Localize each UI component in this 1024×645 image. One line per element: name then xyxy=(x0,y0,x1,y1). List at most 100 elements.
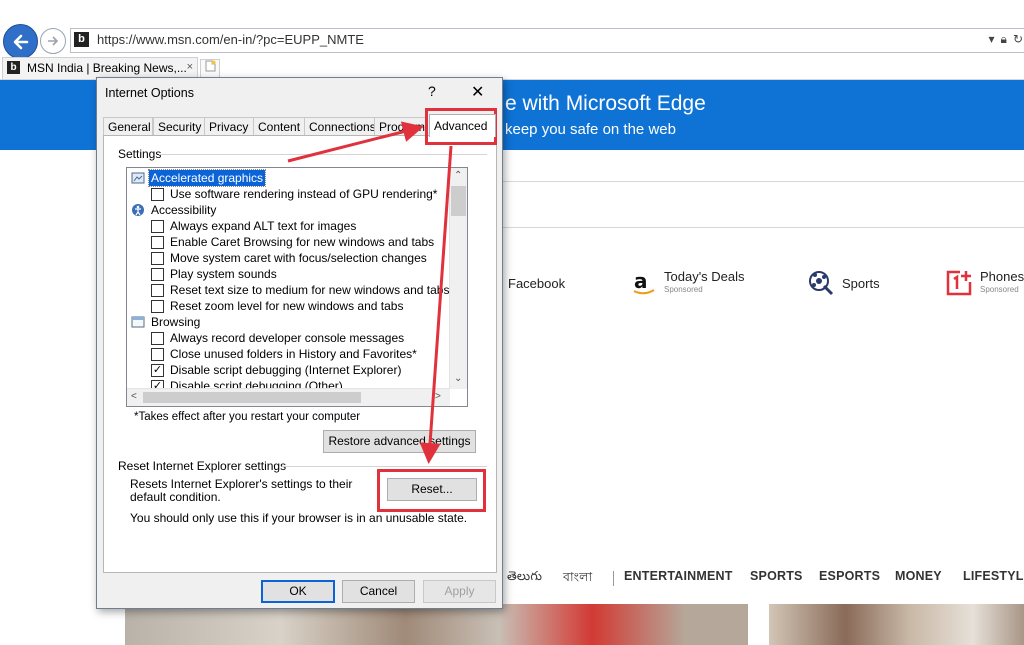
scroll-up-icon[interactable]: ⌃ xyxy=(454,170,462,181)
checkbox[interactable] xyxy=(151,220,164,233)
back-arrow-icon xyxy=(13,34,28,49)
checkbox[interactable] xyxy=(151,300,164,313)
news-photo[interactable] xyxy=(769,604,1024,645)
scroll-thumb[interactable] xyxy=(451,186,466,216)
quick-links: Facebook a Today's Deals Sponsored Sport… xyxy=(505,263,1024,303)
quicklink-label: Today's Deals xyxy=(664,268,745,284)
checkbox[interactable] xyxy=(151,348,164,361)
menu-separator xyxy=(613,571,614,586)
tab-security[interactable]: Security xyxy=(153,117,205,136)
sponsored-label: Sponsored xyxy=(980,284,1019,294)
dropdown-arrow-icon[interactable]: ▾ xyxy=(989,32,995,47)
amazon-icon: a xyxy=(633,269,655,295)
banner-subheading: keep you safe on the web xyxy=(505,121,676,138)
settings-label-text: Close unused folders in History and Favo… xyxy=(170,347,417,361)
scroll-left-icon[interactable]: < xyxy=(131,391,137,402)
settings-label-text: Always record developer console messages xyxy=(170,331,405,345)
back-button[interactable] xyxy=(3,24,38,59)
graphics-icon xyxy=(131,172,145,184)
scroll-down-icon[interactable]: ⌄ xyxy=(454,373,462,384)
quicklink-label: Phones xyxy=(980,268,1024,284)
settings-label-text: Play system sounds xyxy=(170,267,277,281)
quicklink-label: Sports xyxy=(842,275,880,291)
settings-label: Settings xyxy=(118,147,162,161)
new-tab-icon xyxy=(205,60,215,72)
tab-connections[interactable]: Connections xyxy=(304,117,376,136)
tab-general[interactable]: General xyxy=(103,117,153,136)
settings-label-text: Reset zoom level for new windows and tab… xyxy=(170,299,404,313)
checkbox[interactable] xyxy=(151,236,164,249)
browser-tab[interactable]: b MSN India | Breaking News,... × xyxy=(2,57,198,79)
menu-item-sports[interactable]: SPORTS xyxy=(750,569,803,583)
checkbox[interactable] xyxy=(151,332,164,345)
forward-button[interactable] xyxy=(40,28,66,54)
search-area[interactable] xyxy=(503,181,1024,228)
dialog-tabs: General Security Privacy Content Connect… xyxy=(103,114,496,137)
settings-label-text: Browsing xyxy=(151,315,201,329)
tab-close-icon[interactable]: × xyxy=(187,61,193,73)
settings-label-text: Use software rendering instead of GPU re… xyxy=(170,187,438,201)
close-icon[interactable]: ✕ xyxy=(471,82,484,102)
svg-text:a: a xyxy=(634,269,648,293)
apply-button[interactable]: Apply xyxy=(423,580,496,603)
cancel-button[interactable]: Cancel xyxy=(342,580,415,603)
reset-warning: You should only use this if your browser… xyxy=(130,511,468,525)
tab-advanced[interactable]: Advanced xyxy=(429,114,496,137)
checkbox[interactable] xyxy=(151,284,164,297)
highlight-reset-button xyxy=(377,469,486,512)
scroll-right-icon[interactable]: > xyxy=(435,391,441,402)
menu-item-bangla[interactable]: বাংলা xyxy=(563,569,592,589)
checkbox[interactable] xyxy=(151,188,164,201)
checkbox-checked[interactable]: ✓ xyxy=(151,364,164,377)
menu-item-entertainment[interactable]: ENTERTAINMENT xyxy=(624,569,733,583)
ok-button[interactable]: OK xyxy=(261,580,335,603)
settings-label-text: Move system caret with focus/selection c… xyxy=(170,251,427,265)
menu-item-esports[interactable]: ESPORTS xyxy=(819,569,880,583)
vertical-scrollbar[interactable]: ⌃ ⌄ xyxy=(449,168,467,389)
settings-label-text: Accelerated graphics xyxy=(147,169,267,187)
quicklink-phones[interactable]: Phones Sponsored xyxy=(945,263,1024,303)
site-favicon-icon: b xyxy=(74,32,89,47)
quicklink-label: Facebook xyxy=(508,275,566,291)
settings-category-graphics[interactable]: Accelerated graphics xyxy=(127,169,449,187)
menu-item-lifestyle[interactable]: LIFESTYLE xyxy=(963,569,1024,583)
banner-heading: e with Microsoft Edge xyxy=(505,92,706,115)
refresh-icon[interactable]: ↻ xyxy=(1013,32,1023,47)
tab-title: MSN India | Breaking News,... xyxy=(27,61,187,75)
divider xyxy=(282,466,487,467)
sports-icon xyxy=(809,271,834,296)
settings-label-text: Enable Caret Browsing for new windows an… xyxy=(170,235,435,249)
lock-icon[interactable]: 🔒︎ xyxy=(1001,32,1007,47)
scroll-thumb[interactable] xyxy=(143,392,361,403)
divider xyxy=(159,154,487,155)
news-photo[interactable] xyxy=(125,604,748,645)
settings-label-text: Always expand ALT text for images xyxy=(170,219,357,233)
settings-label-text: Accessibility xyxy=(151,203,217,217)
address-bar[interactable]: b https://www.msn.com/en-in/?pc=EUPP_NMT… xyxy=(70,28,1024,53)
menu-item-telugu[interactable]: తెలుగు xyxy=(507,569,542,587)
checkbox[interactable] xyxy=(151,252,164,265)
settings-list[interactable]: Accelerated graphics Use software render… xyxy=(126,167,468,407)
quicklink-facebook[interactable]: Facebook xyxy=(508,263,565,303)
new-tab-button[interactable] xyxy=(200,59,220,78)
checkbox[interactable] xyxy=(151,268,164,281)
horizontal-scrollbar[interactable]: < > xyxy=(127,388,450,406)
reset-group-label: Reset Internet Explorer settings xyxy=(118,459,287,473)
restore-advanced-settings-button[interactable]: Restore advanced settings xyxy=(323,430,476,453)
navigation-bar: b https://www.msn.com/en-in/?pc=EUPP_NMT… xyxy=(0,24,1024,59)
settings-label-text: Reset text size to medium for new window… xyxy=(170,283,450,297)
quicklink-sports[interactable]: Sports xyxy=(807,263,880,303)
quicklink-todays-deals[interactable]: a Today's Deals Sponsored xyxy=(631,263,745,303)
tab-privacy[interactable]: Privacy xyxy=(204,117,254,136)
restart-note: *Takes effect after you restart your com… xyxy=(134,411,361,423)
accessibility-icon xyxy=(132,204,144,216)
tab-content[interactable]: Content xyxy=(253,117,307,136)
tab-programs[interactable]: Programs xyxy=(374,117,428,136)
category-menu: తెలుగు বাংলা ENTERTAINMENT SPORTS ESPORT… xyxy=(503,564,1024,590)
reset-description: Resets Internet Explorer's settings to t… xyxy=(130,477,353,504)
url-text[interactable]: https://www.msn.com/en-in/?pc=EUPP_NMTE xyxy=(97,32,364,47)
help-icon[interactable]: ? xyxy=(428,83,436,99)
dialog-title: Internet Options xyxy=(105,86,194,100)
menu-item-money[interactable]: MONEY xyxy=(895,569,942,583)
browsing-icon xyxy=(131,316,145,328)
